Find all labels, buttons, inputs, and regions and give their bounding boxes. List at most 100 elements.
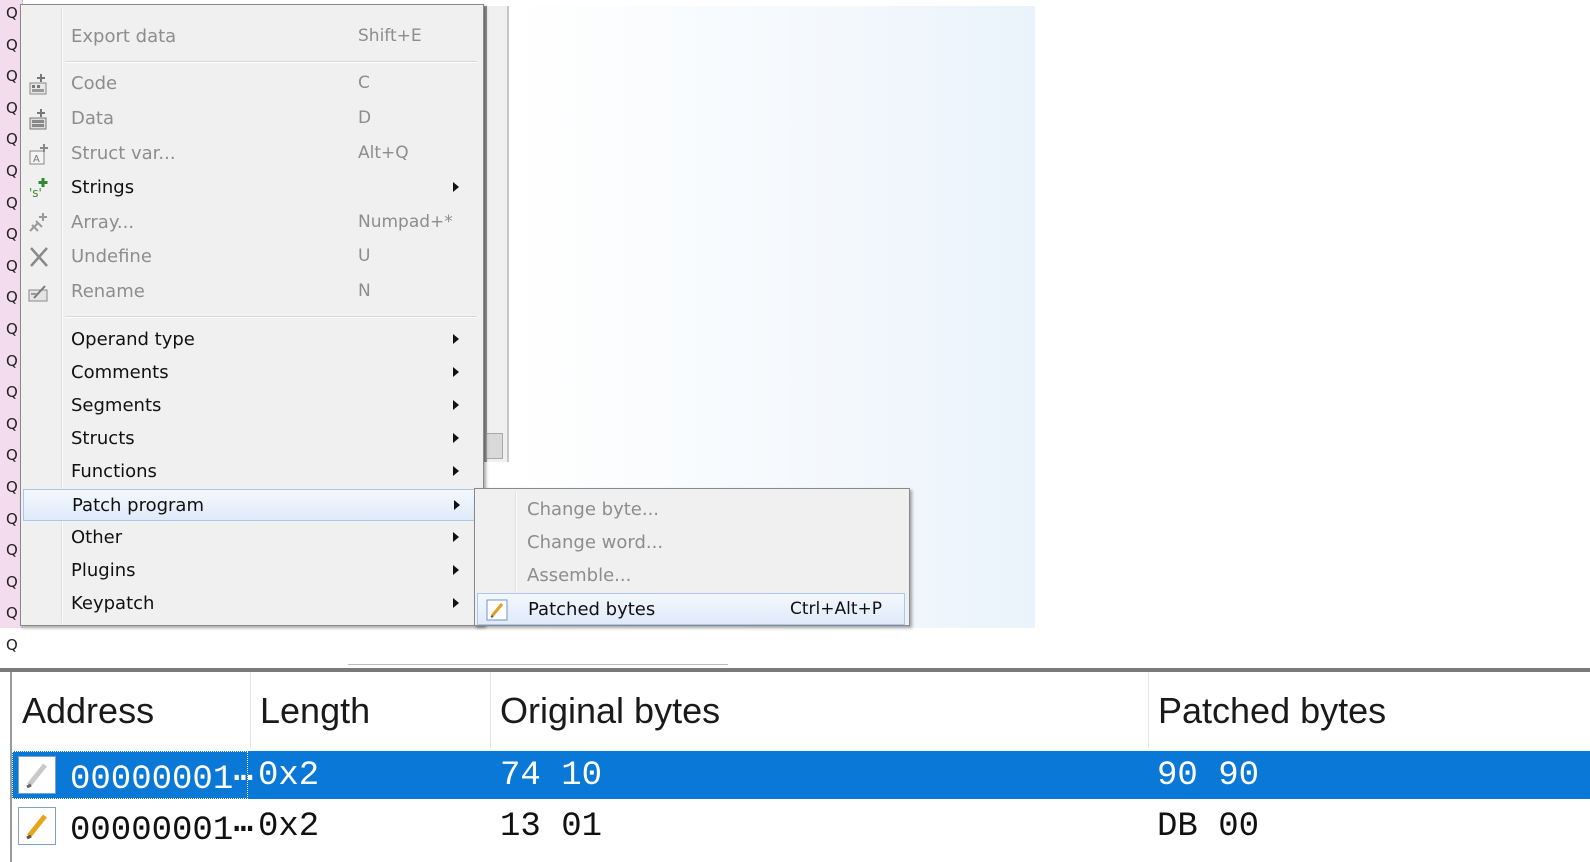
- gutter-glyph: Q: [6, 4, 18, 22]
- close-icon: [26, 245, 52, 269]
- submenu-arrow-icon: [453, 532, 459, 542]
- table-header: Address Length Original bytes Patched by…: [12, 672, 1590, 748]
- gutter-glyph: Q: [6, 130, 18, 149]
- submenu-arrow-icon: [453, 334, 459, 344]
- menu-item-struct-var[interactable]: A Struct var... Alt+Q: [23, 138, 479, 170]
- menu-item-shortcut: Shift+E: [358, 26, 422, 46]
- pencil-icon: [18, 807, 56, 845]
- gutter-glyph: Q: [6, 446, 18, 465]
- menu-item-shortcut: D: [358, 108, 372, 128]
- cell-length: 0x2: [258, 757, 320, 795]
- struct-var-icon: A: [26, 142, 52, 166]
- menu-item-data[interactable]: Data D: [23, 103, 479, 135]
- gutter-glyph: Q: [6, 351, 18, 370]
- cell-original-bytes: 74 10: [500, 757, 603, 795]
- menu-item-patch-program[interactable]: Patch program: [23, 489, 479, 521]
- menu-item-label: Plugins: [71, 560, 136, 581]
- menu-item-label: Rename: [71, 281, 145, 302]
- column-header-address[interactable]: Address: [12, 672, 251, 748]
- gutter-glyph: Q: [6, 509, 18, 528]
- submenu-arrow-icon: [453, 598, 459, 608]
- menu-item-code[interactable]: Code C: [23, 68, 479, 100]
- menu-item-label: Strings: [71, 177, 135, 198]
- submenu-arrow-icon: [453, 433, 459, 443]
- code-icon: [26, 72, 52, 96]
- submenu-item-assemble[interactable]: Assemble...: [477, 560, 905, 592]
- menu-item-label: Assemble...: [527, 565, 632, 586]
- table-row[interactable]: 00000001⋯ 0x2 74 10 90 90: [12, 751, 1590, 799]
- submenu-arrow-icon: [453, 367, 459, 377]
- menu-item-shortcut: Ctrl+Alt+P: [790, 599, 883, 619]
- menu-item-structs[interactable]: Structs: [23, 423, 479, 455]
- menu-item-export-data[interactable]: Export data Shift+E: [23, 21, 479, 53]
- rename-icon: [26, 280, 52, 304]
- menu-item-label: Patched bytes: [528, 599, 656, 620]
- scrollbar-thumb[interactable]: [486, 433, 503, 459]
- menu-item-label: Comments: [71, 362, 169, 383]
- menu-item-label: Functions: [71, 461, 157, 482]
- gutter-glyph: Q: [6, 414, 18, 433]
- menu-item-label: Segments: [71, 395, 162, 416]
- vertical-scrollbar[interactable]: [484, 6, 509, 462]
- array-icon: [26, 211, 52, 235]
- gutter-glyph: Q: [6, 604, 18, 623]
- gutter-glyph: Q: [6, 320, 18, 338]
- gutter-glyph: Q: [6, 636, 18, 654]
- menu-item-label: Undefine: [71, 246, 152, 267]
- submenu-item-patched-bytes[interactable]: Patched bytes Ctrl+Alt+P: [477, 593, 905, 625]
- column-header-patched-bytes[interactable]: Patched bytes: [1148, 672, 1590, 748]
- gutter-glyph: Q: [6, 383, 18, 402]
- cell-patched-bytes: DB 00: [1157, 808, 1260, 846]
- menu-item-shortcut: Alt+Q: [358, 143, 409, 163]
- menu-item-strings[interactable]: 's' Strings: [23, 172, 479, 204]
- submenu-arrow-icon: [454, 500, 460, 510]
- menu-item-comments[interactable]: Comments: [23, 357, 479, 389]
- submenu-item-change-byte[interactable]: Change byte...: [477, 494, 905, 526]
- menu-item-shortcut: Numpad+*: [358, 212, 453, 232]
- menu-item-label: Export data: [71, 26, 177, 47]
- cell-patched-bytes: 90 90: [1157, 757, 1260, 795]
- disassembly-view: QQQQQQQQQQQQQQQQQQQQQ Export data Shift+…: [0, 0, 1040, 654]
- table-row[interactable]: 00000001⋯ 0x2 13 01 DB 00: [12, 802, 1590, 850]
- menu-item-label: Change word...: [527, 532, 664, 553]
- column-header-length[interactable]: Length: [250, 672, 491, 748]
- svg-text:'s': 's': [29, 186, 42, 200]
- gutter-glyph: Q: [6, 541, 18, 560]
- column-header-original-bytes[interactable]: Original bytes: [490, 672, 1149, 748]
- menu-item-array[interactable]: Array... Numpad+*: [23, 207, 479, 239]
- patch-program-submenu: Change byte... Change word... Assemble..…: [474, 488, 910, 626]
- menu-item-shortcut: C: [358, 73, 370, 93]
- menu-item-label: Keypatch: [71, 593, 155, 614]
- menu-item-other[interactable]: Other: [23, 522, 479, 554]
- menu-item-label: Struct var...: [71, 143, 176, 164]
- menu-item-functions[interactable]: Functions: [23, 456, 479, 488]
- menu-item-segments[interactable]: Segments: [23, 390, 479, 422]
- submenu-arrow-icon: [453, 466, 459, 476]
- svg-text:A: A: [33, 154, 40, 165]
- menu-item-plugins[interactable]: Plugins: [23, 555, 479, 587]
- submenu-arrow-icon: [453, 400, 459, 410]
- gutter-glyph: Q: [6, 478, 18, 496]
- gutter-glyph: Q: [6, 98, 18, 117]
- gutter-glyph: Q: [6, 256, 18, 275]
- cell-address: 00000001⋯: [70, 812, 254, 850]
- menu-item-label: Array...: [71, 212, 135, 233]
- menu-item-shortcut: N: [358, 281, 371, 301]
- submenu-item-change-word[interactable]: Change word...: [477, 527, 905, 559]
- pencil-icon: [18, 756, 56, 794]
- menu-item-undefine[interactable]: Undefine U: [23, 241, 479, 273]
- gutter-glyph: Q: [6, 572, 18, 591]
- strings-icon: 's': [26, 176, 52, 200]
- menu-item-rename[interactable]: Rename N: [23, 276, 479, 308]
- menu-item-operand-type[interactable]: Operand type: [23, 324, 479, 356]
- menu-item-label: Other: [71, 527, 123, 548]
- menu-separator: [65, 316, 477, 318]
- menu-item-keypatch[interactable]: Keypatch: [23, 588, 479, 620]
- gutter-glyph: Q: [6, 35, 18, 54]
- menu-item-label: Data: [71, 108, 114, 129]
- cell-address: 00000001⋯: [70, 761, 254, 799]
- menu-item-label: Patch program: [72, 495, 204, 516]
- data-icon: [26, 107, 52, 131]
- menu-item-label: Operand type: [71, 329, 195, 350]
- cell-original-bytes: 13 01: [500, 808, 603, 846]
